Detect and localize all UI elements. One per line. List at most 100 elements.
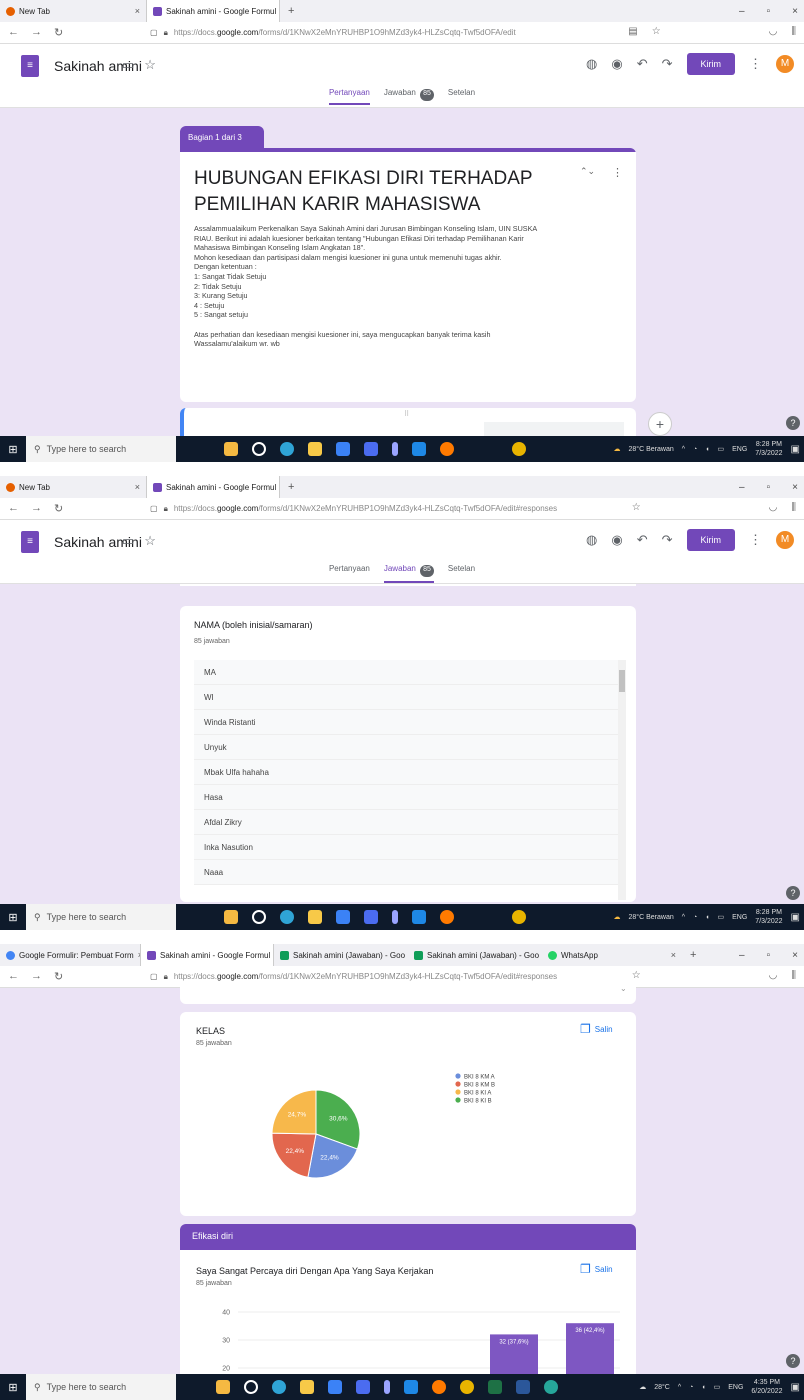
- tab-responses[interactable]: Jawaban 85: [384, 88, 434, 105]
- pocket-icon[interactable]: ◡: [769, 970, 778, 981]
- folder-icon[interactable]: ▭: [122, 57, 134, 73]
- url-field[interactable]: https://docs.google.com/forms/d/1KNwX2eM…: [174, 972, 557, 981]
- more-options-icon[interactable]: ⋮: [749, 532, 762, 548]
- section-menu-icon[interactable]: ⋮: [612, 166, 623, 179]
- notifications-icon[interactable]: ▣: [791, 912, 800, 923]
- firefox-taskbar-icon[interactable]: [440, 442, 454, 456]
- collapse-icon[interactable]: ⌃⌄: [580, 166, 595, 177]
- reader-icon[interactable]: ▤: [628, 26, 637, 37]
- task-view-icon[interactable]: [244, 1380, 258, 1394]
- send-button[interactable]: Kirim: [686, 53, 735, 75]
- volume-icon[interactable]: ◖: [705, 446, 709, 453]
- shield-icon[interactable]: ▢: [150, 972, 158, 981]
- task-view-icon[interactable]: [252, 442, 266, 456]
- new-tab-icon[interactable]: +: [280, 481, 294, 493]
- volume-icon[interactable]: ◖: [701, 1384, 705, 1391]
- taskbar-search-input[interactable]: ⚲ Type here to search: [26, 436, 176, 462]
- help-icon[interactable]: ?: [786, 1354, 800, 1368]
- close-window-icon[interactable]: ×: [792, 6, 798, 17]
- undo-icon[interactable]: ↶: [637, 532, 648, 548]
- language-indicator[interactable]: ENG: [732, 446, 747, 453]
- chrome-icon[interactable]: [512, 442, 526, 456]
- taskbar-search-input[interactable]: ⚲ Type here to search: [26, 1374, 176, 1400]
- browser-tab[interactable]: Sakinah amini - Google Formul ×: [146, 0, 280, 22]
- bookmark-star-icon[interactable]: ☆: [632, 502, 641, 513]
- weather-text[interactable]: 28°C Berawan: [629, 914, 674, 921]
- browser-tab[interactable]: Sakinah amini (Jawaban) - Goo ×: [408, 944, 542, 966]
- weather-icon[interactable]: ☁: [614, 913, 621, 921]
- avatar[interactable]: M: [776, 531, 794, 549]
- star-icon[interactable]: ☆: [144, 533, 156, 549]
- battery-icon[interactable]: ▭: [714, 1383, 721, 1391]
- close-window-icon[interactable]: ×: [792, 950, 798, 961]
- minimize-icon[interactable]: –: [739, 482, 745, 493]
- mail-icon[interactable]: [412, 442, 426, 456]
- news-widget-icon[interactable]: [224, 910, 238, 924]
- file-explorer-icon[interactable]: [308, 442, 322, 456]
- browser-tab[interactable]: New Tab ×: [0, 0, 146, 22]
- weather-text[interactable]: 28°C: [654, 1384, 670, 1391]
- weather-icon[interactable]: ☁: [639, 1383, 646, 1391]
- url-field[interactable]: https://docs.google.com/forms/d/1KNwX2eM…: [174, 28, 516, 37]
- tab-questions[interactable]: Pertanyaan: [329, 564, 370, 583]
- excel-icon[interactable]: [488, 1380, 502, 1394]
- bookmark-star-icon[interactable]: ☆: [632, 970, 641, 981]
- chrome-icon[interactable]: [512, 910, 526, 924]
- battery-icon[interactable]: ▭: [718, 445, 725, 453]
- maximize-icon[interactable]: ▫: [767, 482, 771, 493]
- network-icon[interactable]: ◔: [689, 1384, 693, 1391]
- weather-icon[interactable]: ☁: [614, 445, 621, 453]
- avatar[interactable]: M: [776, 55, 794, 73]
- undo-icon[interactable]: ↶: [637, 56, 648, 72]
- new-tab-icon[interactable]: +: [682, 949, 696, 961]
- help-icon[interactable]: ?: [786, 886, 800, 900]
- forward-icon[interactable]: →: [31, 970, 42, 983]
- back-icon[interactable]: ←: [8, 502, 19, 515]
- firefox-taskbar-icon[interactable]: [432, 1380, 446, 1394]
- app-icon[interactable]: [356, 1380, 370, 1394]
- file-explorer-icon[interactable]: [308, 910, 322, 924]
- forward-icon[interactable]: →: [31, 502, 42, 515]
- edge-icon[interactable]: [280, 442, 294, 456]
- minimize-icon[interactable]: –: [739, 6, 745, 17]
- tab-settings[interactable]: Setelan: [448, 88, 475, 105]
- browser-tab[interactable]: Google Formulir: Pembuat Form ×: [0, 944, 140, 966]
- browser-tab[interactable]: WhatsApp ×: [542, 944, 682, 966]
- lock-icon[interactable]: 🔒︎: [164, 28, 168, 38]
- back-icon[interactable]: ←: [8, 26, 19, 39]
- tray-up-icon[interactable]: ^: [682, 914, 685, 921]
- app-icon[interactable]: [384, 1380, 390, 1394]
- help-icon[interactable]: ?: [786, 416, 800, 430]
- app-icon[interactable]: [392, 442, 398, 456]
- minimize-icon[interactable]: –: [739, 950, 745, 961]
- back-icon[interactable]: ←: [8, 970, 19, 983]
- redo-icon[interactable]: ↷: [662, 56, 673, 72]
- reload-icon[interactable]: ↻: [54, 970, 63, 983]
- news-widget-icon[interactable]: [216, 1380, 230, 1394]
- notifications-icon[interactable]: ▣: [791, 444, 800, 455]
- network-icon[interactable]: ◔: [693, 914, 697, 921]
- star-icon[interactable]: ☆: [144, 57, 156, 73]
- forward-icon[interactable]: →: [31, 26, 42, 39]
- tab-questions[interactable]: Pertanyaan: [328, 88, 370, 105]
- language-indicator[interactable]: ENG: [728, 1384, 743, 1391]
- maximize-icon[interactable]: ▫: [767, 6, 771, 17]
- task-view-icon[interactable]: [252, 910, 266, 924]
- url-field[interactable]: https://docs.google.com/forms/d/1KNwX2eM…: [174, 504, 557, 513]
- folder-icon[interactable]: ▭: [122, 533, 134, 549]
- clock[interactable]: 8:28 PM 7/3/2022: [755, 440, 782, 458]
- reload-icon[interactable]: ↻: [54, 26, 63, 39]
- firefox-taskbar-icon[interactable]: [440, 910, 454, 924]
- redo-icon[interactable]: ↷: [662, 532, 673, 548]
- battery-icon[interactable]: ▭: [718, 913, 725, 921]
- form-description[interactable]: Assalammualaikum Perkenalkan Saya Sakina…: [194, 224, 630, 349]
- file-explorer-icon[interactable]: [300, 1380, 314, 1394]
- clock[interactable]: 8:28 PM 7/3/2022: [755, 908, 782, 926]
- scrollbar[interactable]: [618, 660, 626, 900]
- close-tab-icon[interactable]: ×: [135, 6, 140, 16]
- tab-responses[interactable]: Jawaban 85: [383, 564, 434, 583]
- library-icon[interactable]: ⫼: [791, 970, 796, 981]
- browser-tab[interactable]: New Tab ×: [0, 476, 146, 498]
- windows-start-icon[interactable]: ⊞: [0, 436, 26, 462]
- browser-tab[interactable]: Sakinah amini (Jawaban) - Goo ×: [274, 944, 408, 966]
